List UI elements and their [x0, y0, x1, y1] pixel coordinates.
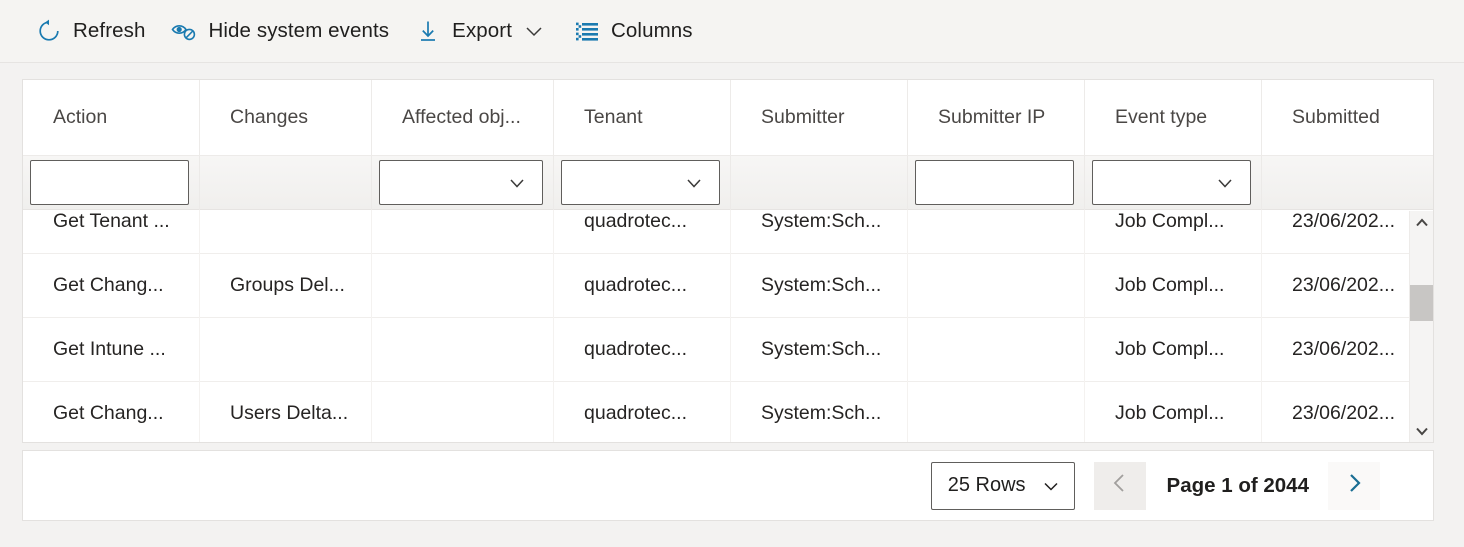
cell-event_type: Job Compl...	[1085, 254, 1262, 318]
rows-per-page-value: 25 Rows	[948, 474, 1026, 497]
rows-per-page-select[interactable]: 25 Rows	[931, 462, 1075, 510]
filter-cell-3	[554, 156, 731, 210]
next-page-button[interactable]	[1328, 462, 1380, 510]
grid-filter-row	[23, 156, 1434, 210]
cell-changes: Groups Del...	[200, 254, 372, 318]
table-row[interactable]: Get Chang...Users Delta... quadrotec...Sy…	[23, 382, 1433, 443]
rows-per-page-chevron-down-icon	[1040, 475, 1062, 497]
grid-rows: Get Tenant ...quadrotec...System:Sch...J…	[23, 210, 1433, 443]
download-icon	[415, 18, 441, 44]
cell-submitter_ip	[908, 318, 1085, 382]
column-header-5[interactable]: Submitter IP	[908, 80, 1085, 155]
page-indicator: Page 1 of 2044	[1167, 474, 1309, 498]
refresh-icon	[36, 18, 62, 44]
filter-select-2[interactable]	[379, 160, 543, 205]
events-grid: ActionChangesAffected obj...TenantSubmit…	[22, 79, 1434, 443]
cell-action: Get Chang...	[23, 254, 200, 318]
export-chevron-down-icon[interactable]	[520, 17, 548, 45]
filter-chevron-down-icon	[504, 170, 530, 196]
grid-body: Get Tenant ...quadrotec...System:Sch...J…	[23, 210, 1433, 443]
cell-tenant: quadrotec...	[554, 254, 731, 318]
cell-changes	[200, 318, 372, 382]
export-label: Export	[452, 19, 512, 43]
cell-action: Get Tenant ...	[23, 210, 200, 254]
filter-cell-5	[908, 156, 1085, 210]
filter-cell-2	[372, 156, 554, 210]
cell-action: Get Chang...	[23, 382, 200, 444]
cell-submitter_ip	[908, 254, 1085, 318]
filter-cell-4	[731, 156, 908, 210]
cell-tenant: quadrotec...	[554, 318, 731, 382]
cell-submitter: System:Sch...	[731, 254, 908, 318]
cell-submitted: 23/06/202...	[1262, 210, 1433, 254]
filter-cell-7	[1262, 156, 1434, 210]
cell-affected_object	[372, 254, 554, 318]
cell-submitter: System:Sch...	[731, 382, 908, 444]
scroll-down-chevron-icon[interactable]	[1410, 419, 1434, 443]
refresh-label: Refresh	[73, 19, 145, 43]
filter-select-6[interactable]	[1092, 160, 1251, 205]
filter-cell-6	[1085, 156, 1262, 210]
columns-label: Columns	[611, 19, 693, 43]
columns-list-icon	[574, 18, 600, 44]
eye-hide-icon	[171, 18, 197, 44]
cell-action: Get Intune ...	[23, 318, 200, 382]
filter-chevron-down-icon	[681, 170, 707, 196]
filter-input-0[interactable]	[30, 160, 189, 205]
cell-tenant: quadrotec...	[554, 382, 731, 444]
pagination-footer: 25 Rows Page 1 of 2044	[22, 450, 1434, 521]
scrollbar-track[interactable]	[1410, 235, 1434, 419]
toolbar: Refresh Hide system events Export	[0, 0, 1464, 63]
cell-affected_object	[372, 210, 554, 254]
cell-submitter_ip	[908, 382, 1085, 444]
grid-header-row: ActionChangesAffected obj...TenantSubmit…	[23, 80, 1434, 156]
cell-tenant: quadrotec...	[554, 210, 731, 254]
cell-event_type: Job Compl...	[1085, 318, 1262, 382]
cell-submitted: 23/06/202...	[1262, 254, 1433, 318]
filter-chevron-down-icon	[1212, 170, 1238, 196]
cell-submitter: System:Sch...	[731, 318, 908, 382]
scroll-up-chevron-icon[interactable]	[1410, 211, 1434, 235]
cell-submitted: 23/06/202...	[1262, 318, 1433, 382]
scrollbar-thumb[interactable]	[1410, 285, 1434, 321]
refresh-button[interactable]: Refresh	[36, 11, 145, 51]
cell-submitter_ip	[908, 210, 1085, 254]
cell-event_type: Job Compl...	[1085, 382, 1262, 444]
table-row[interactable]: Get Intune ... quadrotec...System:Sch... J…	[23, 318, 1433, 382]
export-button[interactable]: Export	[415, 11, 548, 51]
previous-page-button[interactable]	[1094, 462, 1146, 510]
cell-changes	[200, 210, 372, 254]
cell-submitter: System:Sch...	[731, 210, 908, 254]
filter-input-5[interactable]	[915, 160, 1074, 205]
column-header-1[interactable]: Changes	[200, 80, 372, 155]
column-header-2[interactable]: Affected obj...	[372, 80, 554, 155]
cell-submitted: 23/06/202...	[1262, 382, 1433, 444]
filter-cell-0	[23, 156, 200, 210]
column-header-4[interactable]: Submitter	[731, 80, 908, 155]
filter-select-3[interactable]	[561, 160, 720, 205]
chevron-left-icon	[1108, 471, 1132, 500]
column-header-7[interactable]: Submitted	[1262, 80, 1434, 155]
vertical-scrollbar[interactable]	[1409, 211, 1433, 443]
chevron-right-icon	[1342, 471, 1366, 500]
column-header-0[interactable]: Action	[23, 80, 200, 155]
column-header-6[interactable]: Event type	[1085, 80, 1262, 155]
table-row[interactable]: Get Chang...Groups Del... quadrotec...Sys…	[23, 254, 1433, 318]
cell-changes: Users Delta...	[200, 382, 372, 444]
cell-event_type: Job Compl...	[1085, 210, 1262, 254]
filter-cell-1	[200, 156, 372, 210]
hide-system-events-button[interactable]: Hide system events	[171, 11, 389, 51]
table-row[interactable]: Get Tenant ... quadrotec...System:Sch... J…	[23, 210, 1433, 254]
cell-affected_object	[372, 382, 554, 444]
column-header-3[interactable]: Tenant	[554, 80, 731, 155]
hide-system-events-label: Hide system events	[208, 19, 389, 43]
cell-affected_object	[372, 318, 554, 382]
columns-button[interactable]: Columns	[574, 11, 693, 51]
